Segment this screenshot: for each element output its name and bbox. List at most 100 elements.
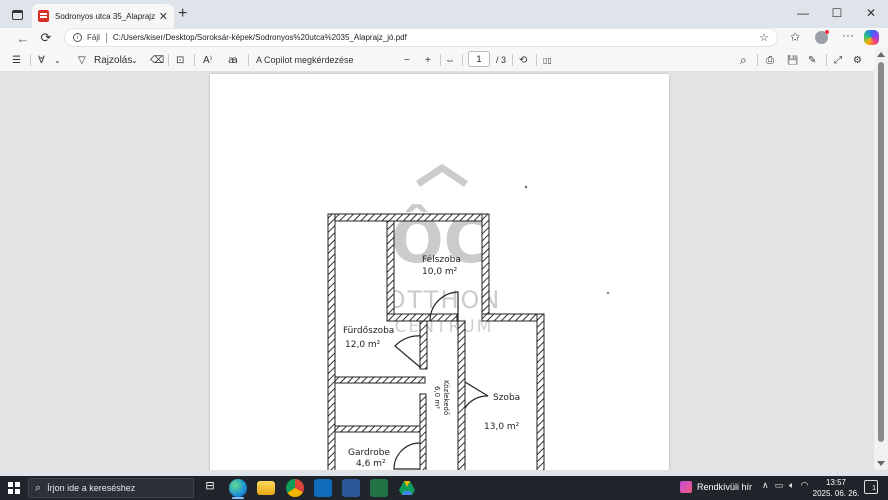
- taskbar-clock[interactable]: 13:57 2025. 06. 26.: [812, 477, 860, 499]
- toolbar-divider: [248, 54, 249, 66]
- excel-icon[interactable]: [370, 479, 388, 497]
- pdf-file-icon: [38, 10, 49, 22]
- toolbar-divider: [536, 54, 537, 66]
- site-info-icon[interactable]: i: [73, 33, 82, 42]
- room-name-szoba: Szoba: [493, 393, 520, 403]
- windows-taskbar: ⌕ Írjon ide a kereséshez ⊟ Rendkívüli hí…: [0, 476, 888, 500]
- omnibox-divider: [105, 32, 107, 43]
- room-area-furdoszoba: 12,0 m²: [345, 340, 381, 350]
- ask-copilot-button[interactable]: A Copilot megkérdezése: [256, 52, 354, 68]
- tray-chevron-icon[interactable]: ∧: [762, 480, 769, 491]
- eraser-button[interactable]: ⌫: [150, 52, 164, 68]
- toolbar-divider: [512, 54, 513, 66]
- notification-center-icon[interactable]: 1: [864, 480, 878, 494]
- outlook-icon[interactable]: [314, 479, 332, 497]
- floor-plan-drawing: ÔC OTTHON CENTRUM Félszoba 10,0 m² Fürdő…: [327, 163, 610, 470]
- draw-dropdown-chevron-icon[interactable]: ⌄: [131, 52, 138, 68]
- wifi-icon[interactable]: ◠: [801, 480, 809, 491]
- chrome-icon[interactable]: [286, 479, 304, 497]
- tab-actions-icon: [11, 10, 23, 20]
- scroll-down-icon[interactable]: [877, 461, 885, 466]
- scrollbar-thumb[interactable]: [878, 62, 884, 442]
- pdf-page[interactable]: ÔC OTTHON CENTRUM Félszoba 10,0 m² Fürdő…: [210, 74, 669, 470]
- highlight-dropdown-chevron-icon[interactable]: ⌄: [54, 52, 61, 68]
- tab-title: Sodronyos utca 35_Alaprajz_jó.pdf: [55, 11, 155, 21]
- tab-close-icon[interactable]: ✕: [159, 10, 168, 23]
- page-view-button[interactable]: ▯▯: [543, 52, 552, 68]
- table-of-contents-button[interactable]: ☰: [12, 52, 21, 68]
- edge-browser-icon[interactable]: [229, 479, 247, 497]
- profile-avatar[interactable]: [815, 30, 829, 44]
- toolbar-divider: [440, 54, 441, 66]
- zoom-in-button[interactable]: +: [425, 52, 431, 68]
- room-area-szoba: 13,0 m²: [484, 422, 520, 432]
- room-name-kozlekedo: Közlekedő: [442, 380, 451, 415]
- vertical-scrollbar[interactable]: [874, 48, 888, 470]
- toolbar-divider: [757, 54, 758, 66]
- tab-bar: Sodronyos utca 35_Alaprajz_jó.pdf ✕ + — …: [0, 0, 888, 28]
- back-button[interactable]: ←: [14, 29, 32, 47]
- room-area-felszoba: 10,0 m²: [422, 267, 458, 277]
- tab-actions-button[interactable]: [8, 6, 26, 24]
- room-name-gardrobe: Gardrobe: [348, 448, 390, 458]
- clock-date: 2025. 06. 26.: [812, 489, 860, 498]
- windows-start-icon[interactable]: [8, 482, 20, 494]
- close-window-button[interactable]: ✕: [854, 0, 888, 26]
- pdf-toolbar: ☰ ∀ ⌄ ▽ Rajzolás ⌄ ⌫ ⊡ A⁾ ꜳ A Copilot me…: [0, 48, 888, 72]
- search-icon: ⌕: [35, 481, 42, 494]
- favorites-icon[interactable]: ✩: [787, 30, 803, 44]
- file-explorer-icon[interactable]: [257, 481, 275, 495]
- active-app-indicator: [232, 497, 244, 499]
- room-area-kozlekedo: 6,0 m²: [433, 386, 441, 409]
- rotate-button[interactable]: ⟲: [519, 52, 527, 68]
- draw-pen-icon: ▽: [78, 54, 86, 66]
- draw-button[interactable]: Rajzolás: [94, 52, 132, 68]
- watermark-logo: [416, 163, 468, 187]
- url-omnibox[interactable]: i Fájl C:/Users/kiser/Desktop/Soroksár-k…: [64, 28, 778, 47]
- print-icon[interactable]: ⎙: [766, 52, 774, 68]
- fit-to-width-button[interactable]: ⇔: [445, 52, 455, 68]
- favorite-star-icon[interactable]: ☆: [759, 31, 769, 44]
- room-name-furdoszoba: Fürdőszoba: [343, 326, 394, 336]
- google-drive-icon[interactable]: [398, 479, 416, 497]
- highlight-button[interactable]: ∀: [38, 52, 45, 68]
- scan-speck: [606, 291, 610, 295]
- news-widget[interactable]: Rendkívüli hír: [680, 481, 752, 493]
- toolbar-divider: [168, 54, 169, 66]
- pdf-viewer[interactable]: ÔC OTTHON CENTRUM Félszoba 10,0 m² Fürdő…: [0, 72, 874, 470]
- tab-active[interactable]: Sodronyos utca 35_Alaprajz_jó.pdf ✕: [32, 4, 174, 28]
- news-icon: [680, 481, 692, 493]
- pdf-settings-icon[interactable]: ⚙: [853, 52, 862, 68]
- reload-button[interactable]: ⟳: [37, 29, 55, 47]
- task-view-icon[interactable]: ⊟: [201, 479, 219, 497]
- taskbar-search-box[interactable]: ⌕ Írjon ide a kereséshez: [28, 478, 194, 498]
- read-aloud-button[interactable]: A⁾: [203, 52, 212, 68]
- scan-speck: [524, 185, 528, 189]
- scroll-up-icon[interactable]: [877, 52, 885, 57]
- fullscreen-icon[interactable]: ⤢: [834, 52, 842, 68]
- new-tab-button[interactable]: +: [178, 5, 187, 23]
- translate-button[interactable]: ꜳ: [228, 52, 238, 68]
- toolbar-divider: [462, 54, 463, 66]
- news-label: Rendkívüli hír: [697, 482, 753, 492]
- room-area-gardrobe: 4,6 m²: [356, 459, 386, 469]
- battery-icon[interactable]: ▭: [775, 480, 784, 491]
- maximize-button[interactable]: ☐: [820, 0, 854, 26]
- copilot-icon[interactable]: [864, 30, 879, 45]
- toolbar-divider: [194, 54, 195, 66]
- toolbar-divider: [826, 54, 827, 66]
- text-box-button[interactable]: ⊡: [176, 52, 184, 68]
- settings-more-button[interactable]: ···: [840, 28, 856, 42]
- url-text[interactable]: C:/Users/kiser/Desktop/Soroksár-képek/So…: [113, 33, 407, 42]
- window-controls: — ☐ ✕: [786, 0, 888, 28]
- zoom-out-button[interactable]: −: [404, 52, 410, 68]
- taskbar-search-placeholder: Írjon ide a kereséshez: [47, 483, 136, 493]
- page-number-input[interactable]: 1: [468, 51, 490, 67]
- search-icon[interactable]: ⌕: [740, 52, 747, 68]
- word-icon[interactable]: [342, 479, 360, 497]
- volume-icon[interactable]: 🔈︎: [789, 480, 794, 491]
- minimize-button[interactable]: —: [786, 0, 820, 26]
- save-as-icon[interactable]: ✎: [808, 52, 816, 68]
- save-icon[interactable]: 💾: [787, 52, 798, 68]
- room-name-felszoba: Félszoba: [422, 254, 461, 265]
